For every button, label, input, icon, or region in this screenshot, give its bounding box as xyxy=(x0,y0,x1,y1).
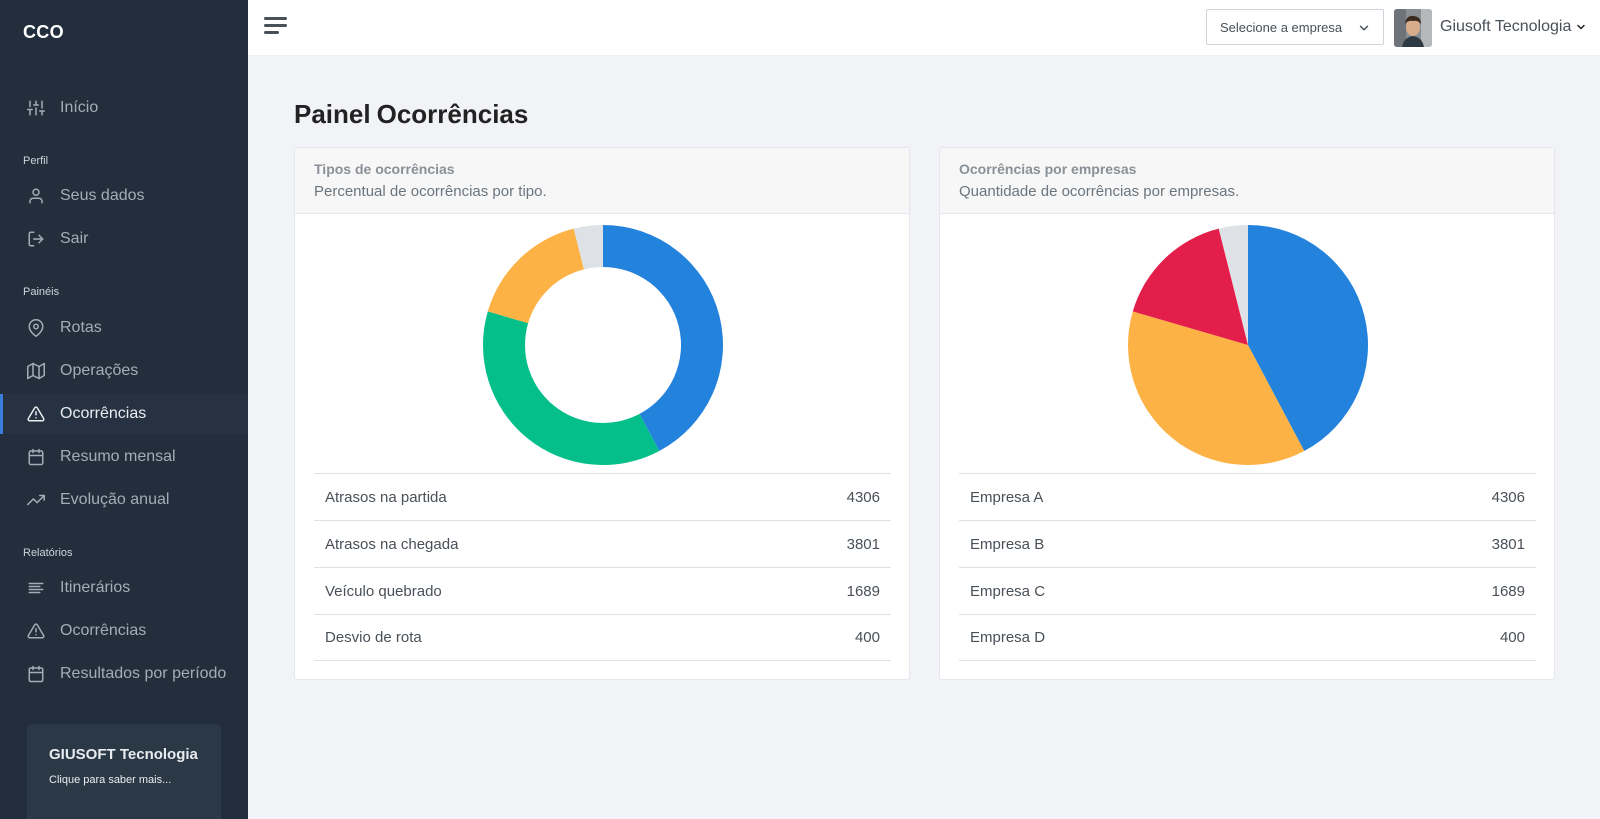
sidebar: CCO Início Perfil Seus dados Sair Painéi… xyxy=(0,0,248,819)
data-table: Atrasos na partida 4306 Atrasos na chegad… xyxy=(314,473,891,661)
map-icon xyxy=(26,361,46,381)
card-tipos-ocorrencias: Tipos de ocorrências Percentual de ocorr… xyxy=(294,147,910,680)
sidebar-item-label: Ocorrências xyxy=(60,622,147,639)
row-value: 3801 xyxy=(846,535,880,553)
row-value: 4306 xyxy=(846,488,880,506)
row-label: Veículo quebrado xyxy=(325,582,442,600)
map-pin-icon xyxy=(26,318,46,338)
table-row: Empresa B 3801 xyxy=(959,520,1536,567)
table-row: Atrasos na partida 4306 xyxy=(314,473,891,520)
row-value: 4306 xyxy=(1491,488,1525,506)
chart-area xyxy=(295,214,909,474)
sidebar-item-evolucao-anual[interactable]: Evolução anual xyxy=(0,480,248,520)
sidebar-item-label: Itinerários xyxy=(60,579,131,596)
pie-chart xyxy=(1128,225,1368,465)
trending-up-icon xyxy=(26,490,46,510)
chevron-down-icon xyxy=(1577,24,1586,30)
row-label: Empresa B xyxy=(970,535,1045,553)
doughnut-chart xyxy=(483,225,723,465)
brand-logo[interactable]: CCO xyxy=(23,22,64,43)
sidebar-item-ocorrencias[interactable]: Ocorrências xyxy=(0,394,248,434)
company-select[interactable]: Selecione a empresa xyxy=(1206,9,1384,45)
sidebar-item-label: Início xyxy=(60,99,99,116)
sidebar-item-operacoes[interactable]: Operações xyxy=(0,351,248,391)
card-header: Tipos de ocorrências Percentual de ocorr… xyxy=(295,148,909,214)
sidebar-item-inicio[interactable]: Início xyxy=(0,88,248,128)
row-label: Empresa C xyxy=(970,582,1046,600)
page-title-bold: Painel xyxy=(294,99,371,129)
row-value: 3801 xyxy=(1491,535,1525,553)
avatar[interactable] xyxy=(1394,9,1432,47)
sidebar-item-seus-dados[interactable]: Seus dados xyxy=(0,176,248,216)
sidebar-item-label: Seus dados xyxy=(60,187,145,204)
sidebar-item-resultados[interactable]: Resultados por período xyxy=(0,654,248,694)
sidebar-item-rotas[interactable]: Rotas xyxy=(0,308,248,348)
alert-triangle-icon xyxy=(26,621,46,641)
sidebar-item-resumo-mensal[interactable]: Resumo mensal xyxy=(0,437,248,477)
cta-title: GIUSOFT Tecnologia xyxy=(49,746,198,763)
cta-subtitle: Clique para saber mais... xyxy=(49,774,172,786)
sliders-icon xyxy=(26,98,46,118)
sidebar-item-label: Resultados por período xyxy=(60,665,227,682)
section-header-perfil: Perfil xyxy=(23,155,49,167)
card-subtitle: Quantidade de ocorrências por empresas. xyxy=(959,183,1240,200)
table-row: Empresa C 1689 xyxy=(959,567,1536,614)
align-left-icon xyxy=(26,578,46,598)
table-row: Atrasos na chegada 3801 xyxy=(314,520,891,567)
row-label: Empresa A xyxy=(970,488,1044,506)
sidebar-item-label: Sair xyxy=(60,230,89,247)
row-label: Atrasos na chegada xyxy=(325,535,459,553)
sidebar-cta[interactable]: GIUSOFT Tecnologia Clique para saber mai… xyxy=(27,724,221,819)
row-value: 1689 xyxy=(1491,582,1525,600)
sidebar-item-label: Operações xyxy=(60,362,139,379)
alert-triangle-icon xyxy=(26,404,46,424)
pie-slice-atrasos-na-partida[interactable] xyxy=(603,225,723,451)
calendar-icon xyxy=(26,664,46,684)
sidebar-item-itinerarios[interactable]: Itinerários xyxy=(0,568,248,608)
sidebar-item-label: Ocorrências xyxy=(60,405,147,422)
calendar-icon xyxy=(26,447,46,467)
row-value: 400 xyxy=(1499,629,1525,646)
card-header: Ocorrências por empresas Quantidade de o… xyxy=(940,148,1554,214)
topbar: Selecione a empresa Giusoft Tecnologia xyxy=(248,0,1600,55)
user-name: Giusoft Tecnologia xyxy=(1440,18,1572,35)
sidebar-item-label: Evolução anual xyxy=(60,491,170,508)
user-menu[interactable]: Giusoft Tecnologia xyxy=(1440,18,1587,36)
sidebar-item-label: Rotas xyxy=(60,319,102,336)
table-row: Desvio de rota 400 xyxy=(314,614,891,661)
menu-toggle-icon[interactable] xyxy=(264,17,287,37)
row-label: Atrasos na partida xyxy=(325,488,447,506)
section-header-relatorios: Relatórios xyxy=(23,547,73,559)
chart-area xyxy=(940,214,1554,474)
card-title: Ocorrências por empresas xyxy=(959,161,1137,177)
card-subtitle: Percentual de ocorrências por tipo. xyxy=(314,183,547,200)
row-label: Desvio de rota xyxy=(325,629,422,646)
row-value: 400 xyxy=(854,629,880,646)
table-row: Veículo quebrado 1689 xyxy=(314,567,891,614)
row-value: 1689 xyxy=(846,582,880,600)
sidebar-item-sair[interactable]: Sair xyxy=(0,219,248,259)
data-table: Empresa A 4306 Empresa B 3801 Empresa C 168… xyxy=(959,473,1536,661)
table-row: Empresa A 4306 xyxy=(959,473,1536,520)
sidebar-item-ocorrencias-relatorio[interactable]: Ocorrências xyxy=(0,611,248,651)
company-select-value: Selecione a empresa xyxy=(1220,19,1343,35)
pie-slice-atrasos-na-chegada[interactable] xyxy=(483,311,660,465)
log-out-icon xyxy=(26,229,46,249)
card-title: Tipos de ocorrências xyxy=(314,161,455,177)
card-ocorrencias-empresas: Ocorrências por empresas Quantidade de o… xyxy=(939,147,1555,680)
chevron-down-icon xyxy=(1359,25,1369,31)
page-title-rest: Ocorrências xyxy=(376,99,529,129)
row-label: Empresa D xyxy=(970,629,1046,646)
section-header-paineis: Painéis xyxy=(23,286,60,298)
table-row: Empresa D 400 xyxy=(959,614,1536,661)
pie-slice-ve-culo-quebrado[interactable] xyxy=(487,228,584,324)
user-icon xyxy=(26,186,46,206)
page-title: Painel Ocorrências xyxy=(294,99,528,130)
sidebar-item-label: Resumo mensal xyxy=(60,448,176,465)
